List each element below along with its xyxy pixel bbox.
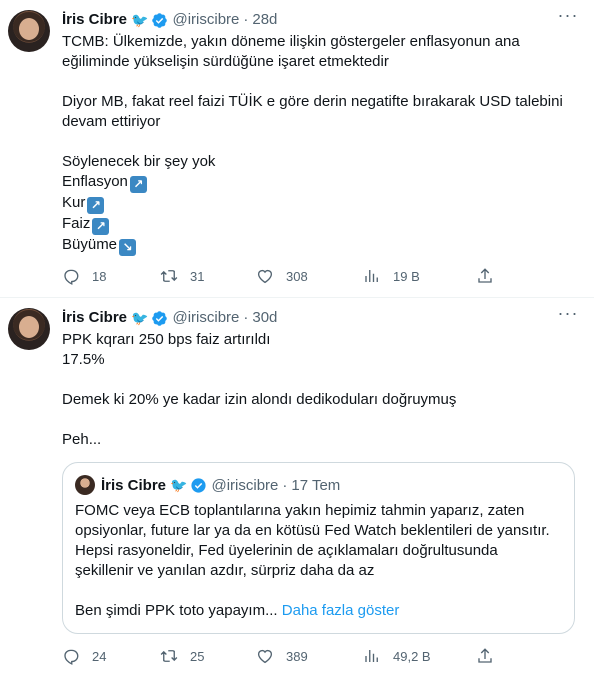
arrow-up-right-icon: ↗ (92, 218, 110, 235)
list-line: Enflasyon ↗ (62, 172, 578, 193)
retweet-icon (160, 650, 178, 662)
list-line: Faiz ↗ (62, 214, 578, 235)
heart-icon (257, 269, 273, 284)
verified-badge-icon (191, 477, 207, 493)
views-chart-icon (365, 270, 378, 282)
tweet[interactable]: İris Cibre 🐦 @iriscibre · 28d ··· TCMB: … (0, 0, 594, 298)
retweet-count: 31 (190, 268, 205, 284)
views-button[interactable]: 49,2 B (363, 647, 476, 665)
reply-button[interactable]: 24 (62, 647, 160, 665)
arrow-down-right-icon: ↘ (119, 239, 137, 256)
tweet-line (62, 370, 578, 390)
list-label: Faiz (62, 215, 91, 232)
tweet-header: İris Cibre 🐦 @iriscibre · 28d (62, 10, 578, 30)
views-button[interactable]: 19 B (363, 267, 476, 285)
quote-text: FOMC veya ECB toplantılarına yakın hepim… (75, 501, 562, 621)
tweet-line (62, 410, 578, 430)
timestamp[interactable]: 28d (252, 10, 277, 30)
tweet-line: TCMB: Ülkemizde, yakın döneme ilişkin gö… (62, 33, 520, 50)
tweet-line: eğiliminde yükselişin sürdüğüne işaret e… (62, 53, 389, 70)
tweet-line: Diyor MB, fakat reel faizi TÜİK e göre d… (62, 93, 563, 110)
retweet-button[interactable]: 25 (160, 647, 256, 665)
retweet-icon (160, 270, 178, 282)
retweet-button[interactable]: 31 (160, 267, 256, 285)
list-line: Kur ↗ (62, 193, 578, 214)
separator-dot: · (243, 309, 249, 326)
quote-line (75, 581, 562, 601)
like-count: 389 (286, 648, 308, 664)
quote-author-handle: @iriscibre (211, 476, 279, 494)
quote-line: şekillenir ve yanılan azdır, sürpriz dah… (75, 562, 375, 579)
separator-dot: · (282, 476, 288, 494)
view-count: 19 B (393, 268, 420, 284)
more-options-icon[interactable]: ··· (556, 6, 580, 28)
list-label: Büyüme (62, 236, 118, 253)
views-chart-icon (365, 650, 378, 662)
quote-timestamp: 17 Tem (291, 476, 341, 494)
quote-line: Ben şimdi PPK toto yapayım... (75, 602, 278, 619)
quote-author-name: İris Cibre (101, 476, 167, 494)
tweet-line: devam ettiriyor (62, 113, 161, 130)
avatar[interactable] (8, 10, 50, 52)
view-count: 49,2 B (393, 648, 431, 664)
like-count: 308 (286, 268, 308, 284)
share-icon (478, 648, 492, 663)
tweet[interactable]: İris Cibre 🐦 @iriscibre · 30d ··· PPK kq… (0, 298, 594, 682)
reply-count: 18 (92, 268, 107, 284)
reply-icon (64, 269, 79, 285)
reply-count: 24 (92, 648, 107, 664)
tweet-header: İris Cibre 🐦 @iriscibre · 30d (62, 308, 578, 328)
quote-last-line: Ben şimdi PPK toto yapayım... Daha fazla… (75, 601, 562, 621)
arrow-up-right-icon: ↗ (129, 176, 147, 193)
quote-line: Hepsi rasyoneldir, Fed üyelerinin de açı… (75, 542, 498, 559)
tweet-line: PPK kqrarı 250 bps faiz artırıldı (62, 331, 271, 348)
heart-icon (257, 649, 273, 664)
tweet-line (62, 132, 578, 152)
reply-button[interactable]: 18 (62, 267, 160, 285)
list-line: Büyüme ↘ (62, 235, 578, 256)
retweet-count: 25 (190, 648, 205, 664)
quote-avatar (75, 475, 95, 495)
tweet-line: Peh... (62, 431, 102, 448)
share-button[interactable] (476, 267, 494, 285)
list-label: Kur (62, 194, 86, 211)
quote-header: İris Cibre 🐦 @iriscibre · 17 Tem (75, 475, 562, 495)
tweet-line: Demek ki 20% ye kadar izin alondı dediko… (62, 391, 457, 408)
author-handle[interactable]: @iriscibre (172, 10, 239, 30)
show-more-link[interactable]: Daha fazla göster (282, 602, 400, 619)
bird-emoji-icon: 🐦 (170, 476, 188, 493)
more-options-icon[interactable]: ··· (556, 304, 580, 326)
verified-badge-icon (152, 12, 168, 28)
tweet-line (62, 72, 578, 92)
quote-line: FOMC veya ECB toplantılarına yakın hepim… (75, 502, 525, 519)
arrow-up-right-icon: ↗ (87, 197, 105, 214)
tweet-actions: 18 31 308 19 B (62, 266, 578, 286)
share-icon (478, 268, 492, 283)
tweet-line: 17.5% (62, 351, 105, 368)
timestamp[interactable]: 30d (252, 308, 277, 328)
share-button[interactable] (476, 647, 494, 665)
tweet-actions: 24 25 389 49,2 B (62, 646, 578, 666)
author-handle[interactable]: @iriscibre (172, 308, 239, 328)
quoted-tweet[interactable]: İris Cibre 🐦 @iriscibre · 17 Tem FOMC ve… (62, 462, 575, 634)
separator-dot: · (243, 11, 249, 28)
tweet-text: TCMB: Ülkemizde, yakın döneme ilişkin gö… (62, 32, 578, 256)
author-name[interactable]: İris Cibre (62, 10, 127, 30)
tweet-text: PPK kqrarı 250 bps faiz artırıldı 17.5% … (62, 330, 578, 450)
list-label: Enflasyon (62, 173, 128, 190)
bird-emoji-icon: 🐦 (131, 12, 149, 28)
bird-emoji-icon: 🐦 (131, 310, 149, 326)
author-name[interactable]: İris Cibre (62, 308, 127, 328)
like-button[interactable]: 308 (256, 267, 363, 285)
tweet-line: Söylenecek bir şey yok (62, 153, 216, 170)
avatar[interactable] (8, 308, 50, 350)
quote-line: opsiyonlar, future lar ya da en kötüsü F… (75, 522, 550, 539)
like-button[interactable]: 389 (256, 647, 363, 665)
reply-icon (64, 649, 79, 665)
verified-badge-icon (152, 310, 168, 326)
